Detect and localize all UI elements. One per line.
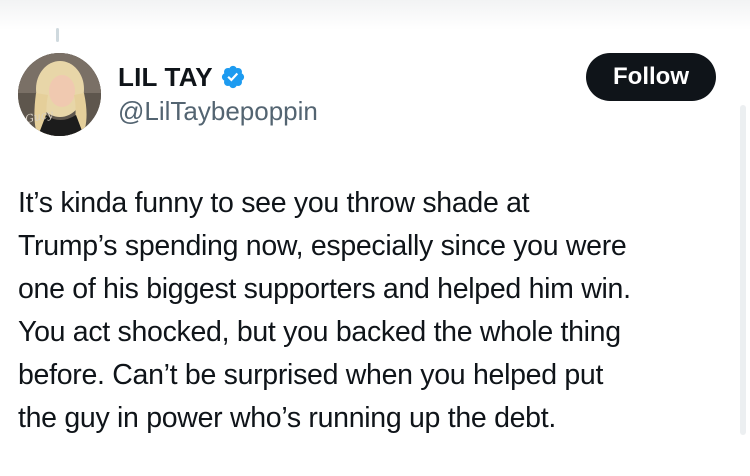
tweet-text-line: the guy in power who’s running up the de… xyxy=(18,402,556,434)
author-display-name[interactable]: LIL TAY xyxy=(118,62,213,93)
tweet-text-line: Trump’s spending now, especially since y… xyxy=(18,230,627,262)
previous-tweet-edge xyxy=(0,0,750,30)
verified-badge-icon xyxy=(221,65,244,89)
author-name-row: LIL TAY xyxy=(118,61,246,93)
tweet-text-line: It’s kinda funny to see you throw shade … xyxy=(18,187,530,219)
tweet-text: It’s kinda funny to see you throw shade … xyxy=(18,182,733,440)
author-handle[interactable]: @LilTaybepoppin xyxy=(118,96,318,127)
avatar-photo: Gucy xyxy=(18,53,101,136)
avatar[interactable]: Gucy xyxy=(18,53,101,136)
scrollbar[interactable] xyxy=(740,105,746,435)
tweet-text-line: one of his biggest supporters and helped… xyxy=(18,273,631,305)
thread-connector-line xyxy=(56,28,59,42)
tweet-text-line: before. Can’t be surprised when you help… xyxy=(18,359,604,391)
follow-button[interactable]: Follow xyxy=(586,53,716,101)
tweet-text-line: You act shocked, but you backed the whol… xyxy=(18,316,621,348)
